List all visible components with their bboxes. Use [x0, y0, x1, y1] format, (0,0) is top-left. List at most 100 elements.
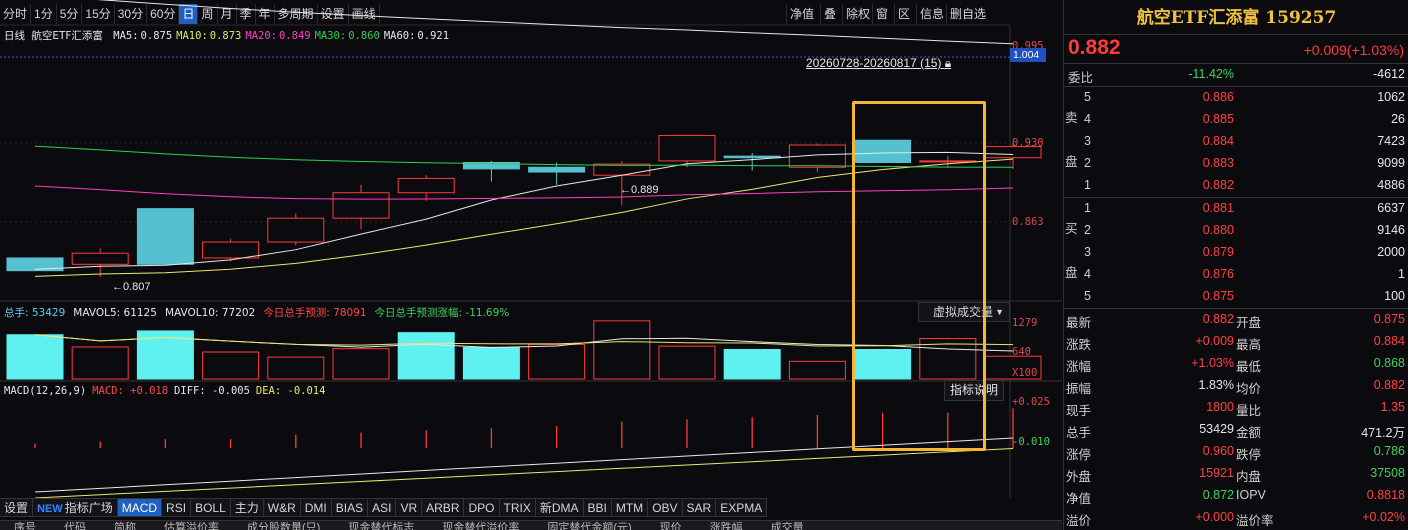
- volume-bar[interactable]: [788, 360, 846, 380]
- column-header[interactable]: 序号: [0, 521, 50, 530]
- indicator-tab[interactable]: MTM: [611, 498, 649, 517]
- stat-label: 涨停: [1066, 448, 1092, 462]
- volume-bar[interactable]: [723, 349, 781, 380]
- stat-label: 外盘: [1066, 470, 1092, 484]
- indicator-tab[interactable]: MACD: [117, 498, 163, 517]
- volume-bar[interactable]: [593, 320, 651, 380]
- weibi-label: 委比: [1068, 71, 1094, 85]
- volume-bar[interactable]: [71, 346, 129, 380]
- column-header[interactable]: 成交量: [757, 521, 818, 530]
- indicator-tab[interactable]: 主力: [230, 498, 264, 517]
- indicator-tab-label: 指标广场: [64, 501, 113, 515]
- macd-y-low: -0.010: [1012, 436, 1050, 448]
- column-header[interactable]: 简称: [100, 521, 150, 530]
- vol-y-unit: X100: [1012, 367, 1038, 379]
- date-range-label[interactable]: 20260728-20260817 (15) 🔒︎: [806, 56, 951, 71]
- stat-label: 最新: [1066, 316, 1092, 330]
- column-header[interactable]: 现金替代溢价率: [428, 521, 533, 530]
- candle[interactable]: [788, 143, 846, 173]
- column-header[interactable]: 代码: [50, 521, 100, 530]
- volume-bar[interactable]: [397, 332, 455, 380]
- level: 2: [1084, 223, 1091, 237]
- candle[interactable]: [397, 175, 455, 201]
- candle[interactable]: [136, 208, 194, 265]
- stat-value: +0.000: [1195, 510, 1234, 524]
- stat-value: 0.786: [1373, 444, 1405, 458]
- chart-area[interactable]: 分时 1分 5分 15分 30分 60分日周月季年多周期 设置 画线 净值叠除权窗区信息 删自选…: [0, 0, 1062, 530]
- volume-bar[interactable]: [332, 348, 390, 380]
- candle[interactable]: [267, 213, 325, 246]
- stat-label: 量比: [1236, 404, 1262, 418]
- indicator-tab[interactable]: BIAS: [331, 498, 369, 517]
- stat-value: 1.83%: [1198, 378, 1234, 392]
- indicator-tab[interactable]: NEW 指标广场: [33, 498, 118, 517]
- ask-row: 5 0.886 1062: [1064, 87, 1408, 109]
- candle[interactable]: [71, 248, 129, 278]
- low-marker: ←0.807: [112, 281, 151, 293]
- y-label-low: 0.863: [1012, 216, 1044, 228]
- price: 0.884: [1202, 134, 1234, 148]
- lock-icon: 🔒︎: [944, 56, 952, 70]
- indicator-tab[interactable]: DMI: [300, 498, 332, 517]
- stat-label: 涨跌: [1066, 338, 1092, 352]
- indicator-tab[interactable]: W&R: [263, 498, 301, 517]
- column-header[interactable]: 涨跌幅: [696, 521, 757, 530]
- stat-row: 现手 1800 量比 1.35: [1064, 397, 1408, 419]
- column-header[interactable]: 现金替代标志: [334, 521, 428, 530]
- indicator-tab[interactable]: OBV: [648, 498, 683, 517]
- high-marker: ←0.889: [620, 184, 659, 196]
- volume-bar[interactable]: [267, 356, 325, 380]
- volume-bar[interactable]: [202, 351, 260, 380]
- level: 1: [1084, 201, 1091, 215]
- price: 0.886: [1202, 90, 1234, 104]
- stat-value: +0.02%: [1362, 510, 1405, 524]
- level: 5: [1084, 289, 1091, 303]
- column-header[interactable]: 现价: [646, 521, 696, 530]
- stat-value: 0.868: [1373, 356, 1405, 370]
- candle[interactable]: [723, 152, 781, 171]
- indicator-tab[interactable]: SAR: [682, 498, 717, 517]
- indicator-tab[interactable]: BOLL: [191, 498, 231, 517]
- column-header[interactable]: 成分股数量(只): [233, 521, 334, 530]
- volume-bar[interactable]: [658, 345, 716, 380]
- stat-value: 0.960: [1202, 444, 1234, 458]
- stat-label: 金额: [1236, 426, 1262, 440]
- column-header[interactable]: 估算溢价率: [150, 521, 233, 530]
- price: 0.876: [1202, 267, 1234, 281]
- bid-row: 5 0.875 100: [1064, 286, 1408, 308]
- volume: 100: [1384, 289, 1405, 303]
- stat-row: 涨停 0.960 跌停 0.786: [1064, 441, 1408, 463]
- candle[interactable]: [202, 238, 260, 262]
- stat-value: 471.2万: [1361, 426, 1405, 440]
- indicator-tab[interactable]: DPO: [464, 498, 500, 517]
- ask-side-label: 盘: [1065, 155, 1078, 169]
- y-label-mid: 0.930: [1012, 137, 1044, 149]
- stat-value: 53429: [1199, 422, 1234, 436]
- volume-bar[interactable]: [6, 334, 64, 380]
- indicator-tab[interactable]: ARBR: [422, 498, 465, 517]
- indicator-tab[interactable]: ASI: [368, 498, 397, 517]
- indicator-tab[interactable]: BBI: [583, 498, 612, 517]
- price: 0.882: [1202, 178, 1234, 192]
- column-header[interactable]: 固定替代金额(元): [533, 521, 645, 530]
- indicator-tab[interactable]: TRIX: [499, 498, 536, 517]
- volume: 2000: [1377, 245, 1405, 259]
- candle[interactable]: [528, 162, 586, 185]
- volume: 7423: [1377, 134, 1405, 148]
- table-header: 序号 代码 简称 估算溢价率 成分股数量(只) 现金替代标志 现金替代溢价率 固定替代金额(元…: [0, 520, 1062, 530]
- volume: 4886: [1377, 178, 1405, 192]
- indicator-tab[interactable]: VR: [396, 498, 423, 517]
- stat-value: 15921: [1199, 466, 1234, 480]
- indicator-tab[interactable]: EXPMA: [716, 498, 768, 517]
- indicator-tab[interactable]: RSI: [162, 498, 192, 517]
- volume-bar[interactable]: [528, 343, 586, 380]
- quote-panel: 航空ETF汇添富 159257 0.882 +0.009(+1.03%) 委比 …: [1063, 0, 1408, 530]
- stat-row: 总手 53429 金额 471.2万: [1064, 419, 1408, 441]
- volume-bar[interactable]: [462, 346, 520, 380]
- stat-label: 最低: [1236, 360, 1262, 374]
- candle[interactable]: [332, 184, 390, 230]
- indicator-tab[interactable]: 新DMA: [535, 498, 584, 517]
- price: 0.881: [1202, 201, 1234, 215]
- indicator-tab[interactable]: 设置: [0, 498, 34, 517]
- weibi-value: -4612: [1373, 67, 1405, 81]
